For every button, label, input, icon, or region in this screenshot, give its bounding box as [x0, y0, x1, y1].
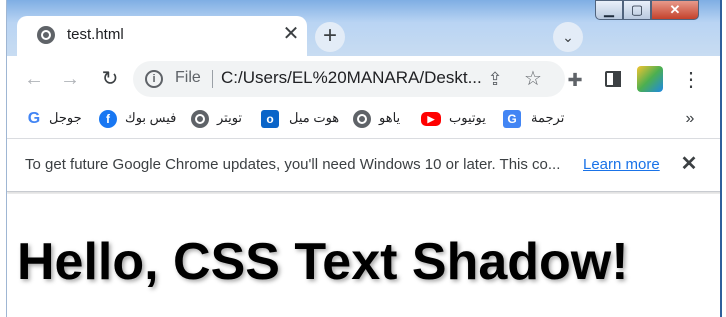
reload-button[interactable]: ↻	[95, 64, 125, 94]
bookmark-label: فيس بوك	[125, 110, 177, 125]
info-icon[interactable]: i	[145, 70, 163, 88]
tab-active[interactable]: test.html ✕	[17, 16, 307, 56]
google-icon: G	[25, 110, 43, 128]
update-infobar: To get future Google Chrome updates, you…	[7, 138, 720, 192]
more-menu-icon[interactable]: ⋮	[679, 68, 703, 92]
translate-icon: G	[503, 110, 521, 128]
bookmark-item-translate[interactable]: G ترجمة	[503, 108, 573, 130]
bookmark-label: ياهو	[379, 110, 401, 125]
globe-icon	[191, 110, 209, 128]
file-label: File	[175, 69, 201, 86]
window-close-button[interactable]: ✕	[651, 0, 699, 20]
bookmark-item-facebook[interactable]: f فيس بوك	[99, 108, 179, 130]
bookmark-label: جوجل	[49, 110, 82, 125]
bookmark-item-twitter[interactable]: تويتر	[191, 108, 251, 130]
bookmark-item-yahoo[interactable]: ياهو	[353, 108, 413, 130]
profile-avatar-icon[interactable]	[637, 66, 663, 92]
new-tab-button[interactable]: +	[315, 22, 345, 52]
maximize-button[interactable]: ▢	[623, 0, 651, 20]
outlook-icon: o	[261, 110, 279, 128]
minimize-button[interactable]: ▁	[595, 0, 623, 20]
tab-close-icon[interactable]: ✕	[279, 22, 303, 46]
bookmark-item-youtube[interactable]: ▶ يوتيوب	[421, 108, 497, 130]
bookmark-label: يوتيوب	[449, 110, 486, 125]
reload-icon: ↻	[101, 68, 119, 90]
bookmark-item-google[interactable]: G جوجل	[25, 108, 85, 130]
infobar-close-icon[interactable]: ✕	[677, 152, 701, 176]
learn-more-link[interactable]: Learn more	[583, 156, 660, 173]
page-headline: Hello, CSS Text Shadow!	[17, 233, 629, 291]
arrow-left-icon: ←	[24, 68, 44, 90]
page-content: Hello, CSS Text Shadow!	[7, 194, 720, 317]
address-bar[interactable]: i File C:/Users/EL%20MANARA/Deskt... ⇪ ☆	[133, 61, 565, 97]
bookmark-item-hotmail[interactable]: o هوت ميل	[261, 108, 341, 130]
youtube-icon: ▶	[421, 112, 441, 126]
bookmark-star-icon[interactable]: ☆	[521, 67, 545, 91]
toolbar: ← → ↻ i File C:/Users/EL%20MANARA/Deskt.…	[7, 56, 720, 102]
share-icon[interactable]: ⇪	[483, 67, 507, 91]
infobar-message: To get future Google Chrome updates, you…	[25, 156, 561, 173]
tab-strip: test.html ✕ + ⌄ ▁ ▢ ✕	[7, 0, 720, 56]
bookmark-label: تويتر	[217, 110, 243, 125]
extensions-puzzle-icon[interactable]: ✚	[563, 68, 587, 92]
chevron-down-icon: ⌄	[562, 29, 574, 45]
bookmark-label: هوت ميل	[289, 110, 340, 125]
facebook-icon: f	[99, 110, 117, 128]
bookmarks-bar: G جوجل f فيس بوك تويتر o هوت ميل ياهو ▶ …	[7, 102, 720, 136]
tab-title: test.html	[67, 26, 124, 43]
url-text[interactable]: C:/Users/EL%20MANARA/Deskt...	[221, 68, 482, 88]
globe-icon	[353, 110, 371, 128]
forward-button[interactable]: →	[55, 64, 85, 94]
browser-window: test.html ✕ + ⌄ ▁ ▢ ✕ ← → ↻ i File C:/Us…	[6, 0, 722, 317]
bookmark-label: ترجمة	[531, 110, 565, 125]
back-button[interactable]: ←	[19, 64, 49, 94]
globe-icon	[37, 26, 55, 44]
arrow-right-icon: →	[60, 68, 80, 90]
side-panel-icon[interactable]	[601, 68, 625, 92]
tab-search-button[interactable]: ⌄	[553, 22, 583, 52]
window-controls: ▁ ▢ ✕	[595, 0, 720, 22]
bookmarks-overflow-button[interactable]: »	[679, 108, 701, 130]
divider	[212, 70, 213, 88]
